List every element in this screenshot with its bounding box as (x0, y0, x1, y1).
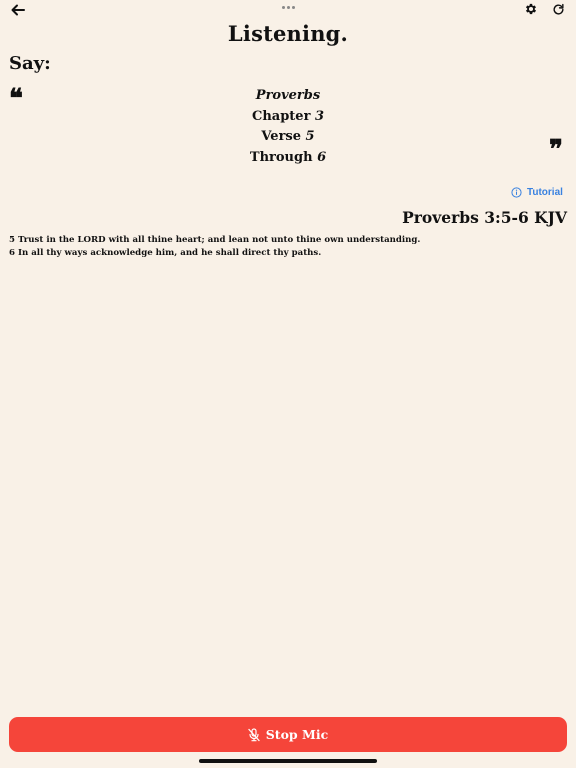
refresh-button[interactable] (547, 0, 569, 18)
chapter-label: Chapter (251, 108, 311, 124)
drag-handle-icon[interactable] (276, 2, 300, 12)
verse-line: 6 In all thy ways acknowledge him, and h… (9, 248, 322, 258)
page-title: Listening. (227, 21, 349, 46)
tutorial-link[interactable]: Tutorial (511, 185, 563, 199)
through-label: Through (249, 149, 313, 165)
verse-label: Verse (261, 129, 302, 144)
verse-text: 5 Trust in the LORD with all thine heart… (9, 234, 569, 260)
home-indicator (199, 759, 377, 763)
stop-mic-button[interactable]: Stop Mic (9, 717, 567, 752)
prompt-verse: Verse 5 (0, 127, 576, 148)
prompt-book: Proverbs (255, 88, 321, 103)
through-value: 6 (317, 149, 327, 165)
voice-prompt: Proverbs Chapter 3 Verse 5 Through 6 (0, 86, 576, 168)
tutorial-label: Tutorial (527, 186, 563, 198)
mic-off-icon (248, 727, 260, 741)
settings-button[interactable] (520, 0, 542, 18)
say-label: Say: (9, 53, 51, 74)
verse-value: 5 (305, 129, 315, 144)
info-icon (511, 186, 522, 198)
gear-icon (525, 3, 537, 15)
verse-reference: Proverbs 3:5-6 KJV (402, 208, 567, 227)
arrow-left-icon (11, 4, 25, 16)
chapter-value: 3 (314, 108, 324, 124)
prompt-through: Through 6 (0, 148, 576, 169)
verse-line: 5 Trust in the LORD with all thine heart… (9, 235, 421, 245)
stop-mic-label: Stop Mic (265, 727, 329, 742)
refresh-icon (552, 3, 564, 15)
prompt-chapter: Chapter 3 (0, 107, 576, 128)
back-button[interactable] (6, 0, 30, 20)
